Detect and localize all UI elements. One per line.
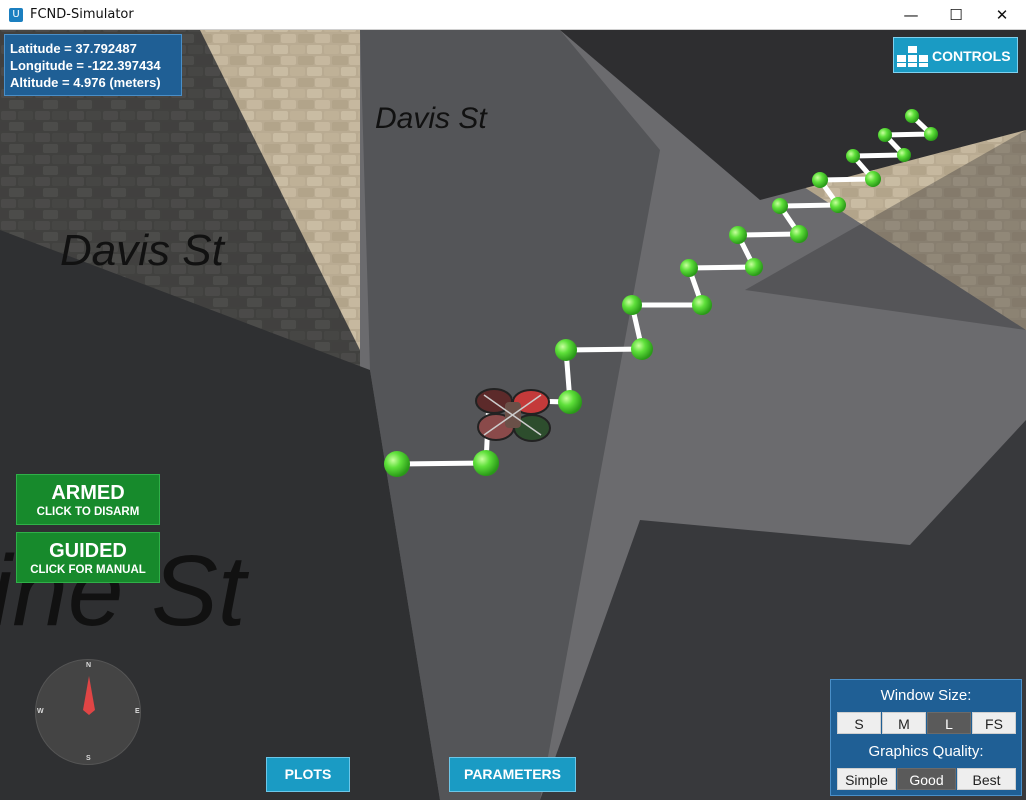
window-size-s[interactable]: S	[837, 712, 881, 734]
minimize-button[interactable]: —	[888, 0, 934, 30]
window-size-fs[interactable]: FS	[972, 712, 1016, 734]
graphics-quality-header: Graphics Quality:	[868, 743, 984, 760]
parameters-button[interactable]: PARAMETERS	[449, 757, 576, 792]
window-size-m[interactable]: M	[882, 712, 926, 734]
controls-button[interactable]: CONTROLS	[893, 37, 1018, 73]
armed-subtitle: CLICK TO DISARM	[36, 506, 140, 518]
window-title: FCND-Simulator	[30, 7, 134, 22]
controls-grid-icon	[897, 44, 929, 68]
street-label-middle: Davis St	[60, 226, 226, 275]
graphics-quality-best[interactable]: Best	[957, 768, 1016, 790]
guided-button[interactable]: GUIDED CLICK FOR MANUAL	[16, 532, 160, 583]
guided-title: GUIDED	[49, 540, 127, 562]
graphics-quality-simple[interactable]: Simple	[837, 768, 896, 790]
controls-button-label: CONTROLS	[932, 48, 1011, 64]
graphics-quality-good[interactable]: Good	[897, 768, 956, 790]
title-bar: U FCND-Simulator — ☐ ✕	[0, 0, 1026, 30]
unity-icon: U	[9, 8, 23, 22]
close-button[interactable]: ✕	[979, 0, 1025, 30]
compass-needle-icon	[83, 676, 95, 715]
longitude-readout: Longitude = -122.397434	[10, 58, 161, 73]
armed-button[interactable]: ARMED CLICK TO DISARM	[16, 474, 160, 525]
settings-panel: Window Size: S M L FS Graphics Quality: …	[830, 679, 1022, 796]
maximize-button[interactable]: ☐	[933, 0, 979, 30]
guided-subtitle: CLICK FOR MANUAL	[30, 564, 146, 576]
latitude-readout: Latitude = 37.792487	[10, 41, 137, 56]
street-label-upper: Davis St	[375, 102, 488, 135]
altitude-readout: Altitude = 4.976 (meters)	[10, 75, 161, 90]
window-size-header: Window Size:	[880, 687, 972, 704]
gps-readout: Latitude = 37.792487 Longitude = -122.39…	[4, 34, 182, 96]
compass: N S E W	[35, 659, 141, 765]
armed-title: ARMED	[51, 482, 125, 504]
plots-button[interactable]: PLOTS	[266, 757, 350, 792]
window-size-l[interactable]: L	[927, 712, 971, 734]
